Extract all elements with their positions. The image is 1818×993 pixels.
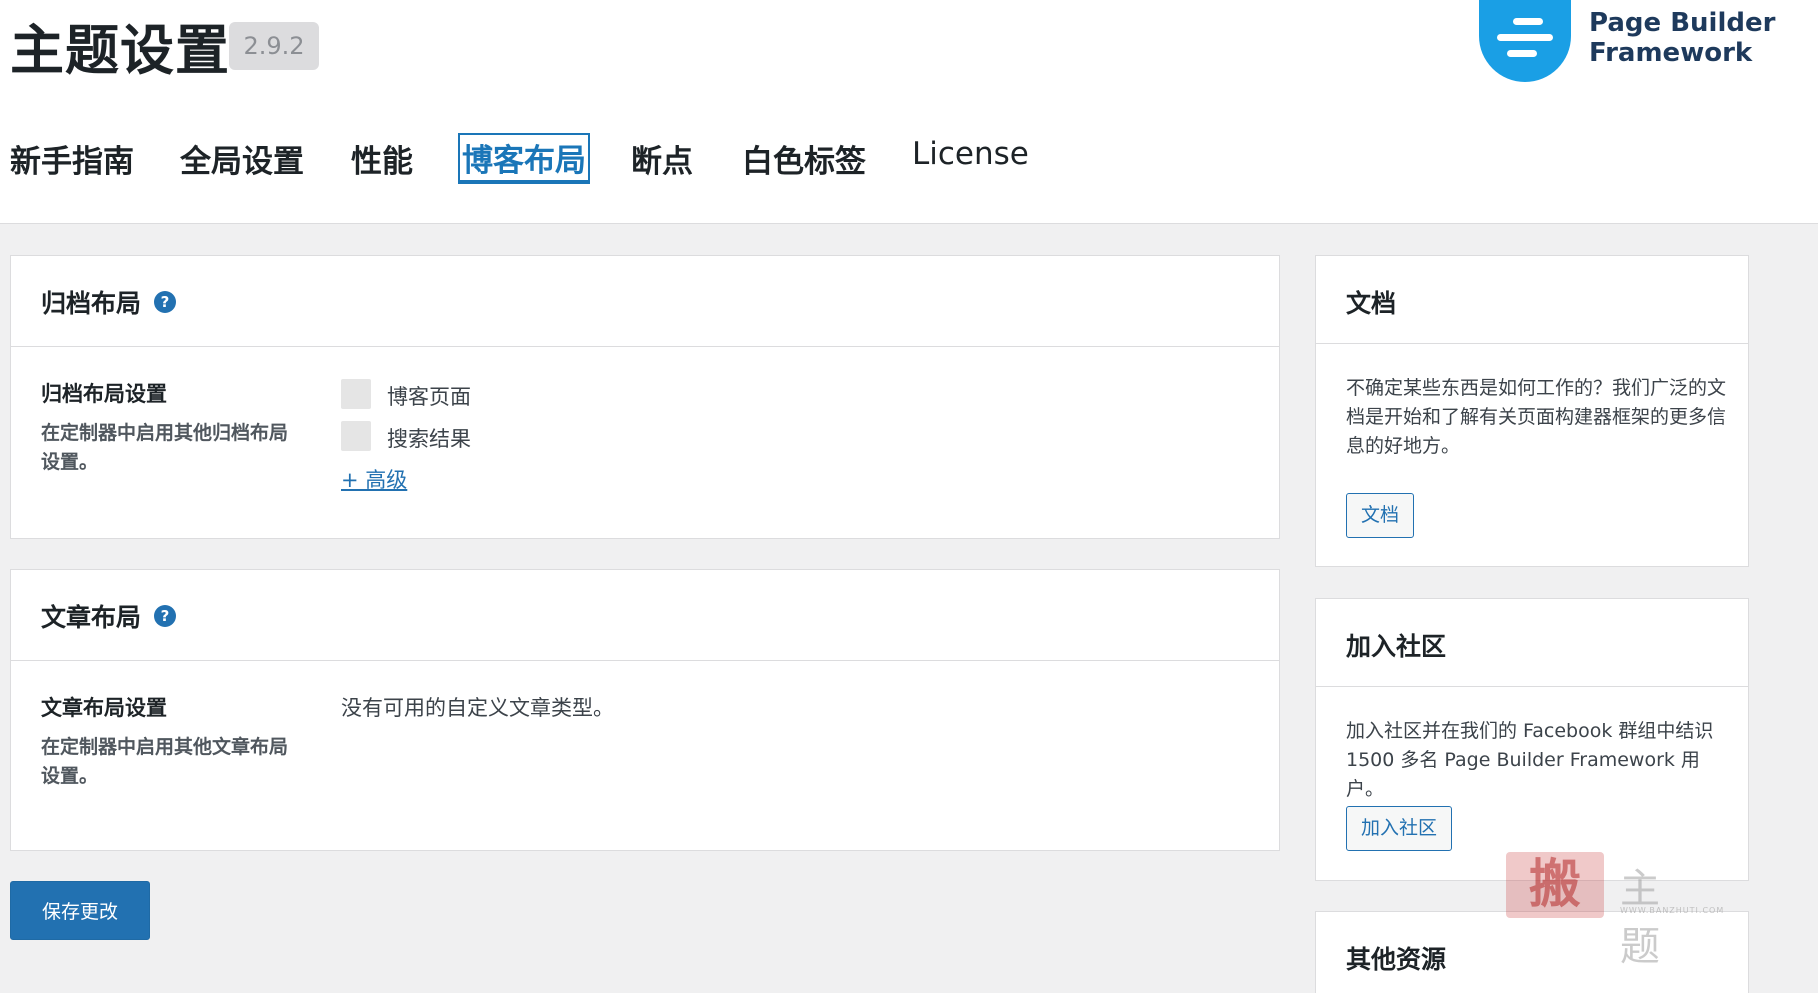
archive-layout-title: 归档布局	[41, 289, 142, 318]
docs-button[interactable]: 文档	[1346, 493, 1415, 538]
tab-white-label[interactable]: 白色标签	[742, 136, 866, 181]
page-title: 主题设置	[10, 19, 230, 82]
community-card: 加入社区 加入社区并在我们的 Facebook 群组中结识 1500 多名 Pa…	[1315, 598, 1749, 881]
watermark-stamp: 搬	[1506, 852, 1604, 918]
search-results-label[interactable]: 搜索结果	[387, 423, 471, 453]
help-icon[interactable]: ?	[154, 291, 176, 313]
logo-text-line-2: Framework	[1589, 38, 1753, 68]
docs-text: 不确定某些东西是如何工作的？我们广泛的文档是开始和了解有关页面构建器框架的更多信…	[1346, 377, 1727, 457]
resources-title: 其他资源	[1346, 945, 1447, 974]
community-header: 加入社区	[1316, 599, 1748, 687]
no-post-types-text: 没有可用的自定义文章类型。	[341, 696, 614, 720]
tab-getting-started[interactable]: 新手指南	[10, 136, 134, 181]
watermark-url: WWW.BANZHUTI.COM	[1620, 906, 1725, 915]
archive-settings-description: 在定制器中启用其他归档布局设置。	[41, 422, 289, 473]
search-results-checkbox[interactable]	[341, 421, 371, 451]
tab-blog-layout[interactable]: 博客布局	[458, 133, 590, 184]
tab-performance[interactable]: 性能	[351, 136, 413, 181]
docs-card: 文档 不确定某些东西是如何工作的？我们广泛的文档是开始和了解有关页面构建器框架的…	[1315, 255, 1749, 567]
post-layout-title: 文章布局	[41, 603, 142, 632]
tab-license[interactable]: License	[912, 136, 1029, 172]
post-settings-label: 文章布局设置	[41, 696, 167, 720]
post-settings-description: 在定制器中启用其他文章布局设置。	[41, 736, 289, 787]
watermark: 搬 主题 WWW.BANZHUTI.COM	[1506, 852, 1726, 970]
header: 主题设置 2.9.2 Page Builder Framework 新手指南 全…	[0, 0, 1818, 224]
blog-page-label[interactable]: 博客页面	[387, 381, 471, 411]
archive-settings-label: 归档布局设置	[41, 382, 167, 406]
save-changes-button[interactable]: 保存更改	[10, 881, 150, 940]
tab-breakpoints[interactable]: 断点	[631, 136, 693, 181]
archive-layout-card: 归档布局 ? 归档布局设置 在定制器中启用其他归档布局设置。 博客页面 搜索结果…	[10, 255, 1280, 539]
docs-title: 文档	[1346, 289, 1397, 318]
post-layout-header: 文章布局 ?	[11, 570, 1279, 661]
tab-global-settings[interactable]: 全局设置	[180, 136, 304, 181]
logo-text: Page Builder Framework	[1589, 8, 1789, 68]
post-layout-card: 文章布局 ? 文章布局设置 在定制器中启用其他文章布局设置。 没有可用的自定义文…	[10, 569, 1280, 851]
logo-text-line-1: Page Builder	[1589, 8, 1776, 38]
blog-page-checkbox[interactable]	[341, 379, 371, 409]
help-icon[interactable]: ?	[154, 605, 176, 627]
docs-header: 文档	[1316, 256, 1748, 344]
logo-icon	[1479, 0, 1571, 82]
community-title: 加入社区	[1346, 632, 1447, 661]
version-badge: 2.9.2	[229, 22, 319, 70]
join-community-button[interactable]: 加入社区	[1346, 806, 1453, 851]
archive-layout-header: 归档布局 ?	[11, 256, 1279, 347]
community-text: 加入社区并在我们的 Facebook 群组中结识 1500 多名 Page Bu…	[1346, 720, 1714, 800]
advanced-link[interactable]: + 高级	[341, 464, 407, 494]
